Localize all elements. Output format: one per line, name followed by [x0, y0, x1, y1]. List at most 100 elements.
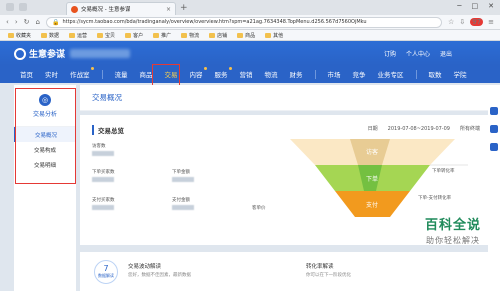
download-icon[interactable]: ⇩ — [459, 18, 465, 26]
nav-item-logistics[interactable]: 物流 — [265, 69, 278, 79]
sidebar-item-overview[interactable]: 交易概况 — [14, 127, 76, 142]
folder-icon — [209, 32, 216, 38]
browser-tab-active[interactable]: 交易概况 - 生意参谋 × — [66, 2, 176, 15]
watermark-title: 百科全说 — [424, 218, 481, 233]
metric-value-blurred — [172, 205, 194, 210]
header-link-order[interactable]: 订购 — [384, 49, 396, 58]
nav-item-finance[interactable]: 财务 — [290, 69, 303, 79]
forward-icon[interactable]: › — [15, 18, 18, 26]
page-title: 交易概况 — [80, 85, 490, 111]
sidebar: ◎ 交易分析 交易概况 交易构成 交易明细 — [14, 85, 76, 291]
days-number: 7 — [103, 264, 109, 273]
close-window-icon[interactable]: ✕ — [488, 2, 494, 10]
metric-value-blurred — [92, 151, 114, 156]
browser-menu-icon[interactable] — [6, 3, 14, 11]
sidebar-item-details[interactable]: 交易明细 — [14, 157, 76, 172]
metric-label-order-buyers: 下单买家数 — [92, 170, 115, 175]
taobao-favicon-icon — [71, 5, 78, 13]
nav-item-warroom[interactable]: 作战室 — [70, 67, 94, 79]
bookmark-item[interactable]: 商品 — [237, 32, 255, 39]
funnel-order-label: 下单 — [366, 175, 378, 183]
bookmark-item[interactable]: 物流 — [181, 32, 199, 39]
metric-label-visitors: 访客数 — [92, 144, 106, 149]
notification-badge[interactable]: 97 — [470, 18, 484, 26]
nav-item-home[interactable]: 首页 — [20, 69, 33, 79]
maximize-icon[interactable]: □ — [472, 2, 479, 10]
tab-close-icon[interactable]: × — [166, 6, 171, 13]
nav-item-marketing[interactable]: 营销 — [240, 69, 253, 79]
bookmark-item[interactable]: 店铺 — [209, 32, 227, 39]
folder-icon — [181, 32, 188, 38]
bookmark-item[interactable]: 客户 — [125, 32, 143, 39]
folder-icon — [69, 32, 76, 38]
nav-item-trade[interactable]: 交易 — [165, 69, 178, 79]
funnel-order-rate: 下单转化率 — [432, 167, 455, 174]
folder-icon — [237, 32, 244, 38]
date-range-picker[interactable]: 2019-07-08~2019-07-09 — [388, 126, 450, 132]
bookmark-item[interactable]: 宝贝 — [97, 32, 115, 39]
date-label: 日期 — [367, 126, 378, 132]
star-icon[interactable]: ☆ — [448, 18, 454, 26]
metric-label-order-amount: 下单金额 — [172, 170, 190, 175]
folder-icon — [41, 32, 48, 38]
nav-item-product[interactable]: 商品 — [140, 69, 153, 79]
browser-sidebar-icon[interactable] — [19, 3, 27, 11]
new-tab-icon[interactable]: + — [180, 3, 188, 13]
feedback-icon[interactable] — [490, 107, 498, 115]
nav-item-traffic[interactable]: 流量 — [115, 69, 128, 79]
reload-icon[interactable]: ↻ — [24, 18, 30, 26]
shop-name-blurred — [70, 49, 130, 58]
browser-toolbar-left — [6, 3, 27, 11]
trade-analysis-icon: ◎ — [39, 93, 51, 106]
header-link-logout[interactable]: 退出 — [440, 49, 452, 58]
new-dot-icon — [228, 67, 232, 70]
bookmark-item[interactable]: 数据 — [41, 32, 59, 39]
browser-tab-bar: 交易概况 - 生意参谋 × + ─ □ ✕ — [0, 0, 500, 15]
overview-title: 交易总览 — [92, 125, 124, 135]
nav-item-business[interactable]: 业务专区 — [378, 69, 404, 79]
metric-label-pay-buyers: 支付买家数 — [92, 198, 115, 203]
nav-item-content[interactable]: 内容 — [190, 67, 207, 79]
overview-controls: 日期 2019-07-08~2019-07-09 所有终端 — [367, 125, 480, 133]
lock-icon: 🔒 — [51, 18, 60, 26]
nav-item-realtime[interactable]: 实时 — [45, 69, 58, 79]
address-bar: ‹ › ↻ ⌂ 🔒 https://sycm.taobao.com/bda/tr… — [0, 15, 500, 30]
funnel-visit-label: 访客 — [366, 148, 378, 156]
conversion-desc: 你可以在下一阶段优化 — [306, 273, 351, 278]
nav-divider — [314, 69, 316, 79]
chat-icon[interactable] — [490, 143, 498, 151]
nav-item-service[interactable]: 服务 — [215, 67, 232, 79]
conversion-title: 转化率解读 — [306, 264, 334, 270]
bookmark-item[interactable]: 其他 — [265, 32, 283, 39]
days-badge: 7 数据解读 — [94, 260, 118, 284]
nav-item-market[interactable]: 市场 — [328, 69, 341, 79]
nav-item-academy[interactable]: 学院 — [454, 69, 467, 79]
folder-icon — [97, 32, 104, 38]
nav-item-competition[interactable]: 竞争 — [353, 69, 366, 79]
sidebar-item-composition[interactable]: 交易构成 — [14, 142, 76, 157]
funnel-pay-label: 支付 — [366, 201, 378, 209]
metric-value-blurred — [172, 177, 194, 182]
minimize-icon[interactable]: ─ — [457, 2, 461, 10]
url-field[interactable]: 🔒 https://sycm.taobao.com/bda/tradingana… — [45, 16, 443, 28]
home-icon[interactable]: ⌂ — [36, 18, 40, 26]
folder-icon — [125, 32, 132, 38]
header-link-profile[interactable]: 个人中心 — [406, 49, 430, 58]
menu-icon[interactable]: ≡ — [488, 18, 494, 26]
bookmark-item[interactable]: 推广 — [153, 32, 171, 39]
nav-divider — [101, 69, 103, 79]
app-logo[interactable]: 生意参谋 — [14, 47, 65, 60]
bookmark-item[interactable]: 运营 — [69, 32, 87, 39]
browser-right-icons: ☆ ⇩ 97 ≡ — [448, 18, 494, 26]
back-icon[interactable]: ‹ — [6, 18, 9, 26]
bookmark-item[interactable]: 收藏夹 — [8, 32, 31, 39]
nav-item-fetch[interactable]: 取数 — [429, 69, 442, 79]
device-select[interactable]: 所有终端 — [460, 125, 480, 132]
logo-text: 生意参谋 — [29, 50, 66, 60]
new-dot-icon — [90, 67, 94, 70]
sidebar-title: 交易分析 — [32, 110, 57, 118]
metric-label-unit-price: 客单价 — [252, 206, 266, 211]
folder-icon — [265, 32, 272, 38]
new-dot-icon — [203, 67, 207, 70]
service-icon[interactable] — [490, 125, 498, 133]
